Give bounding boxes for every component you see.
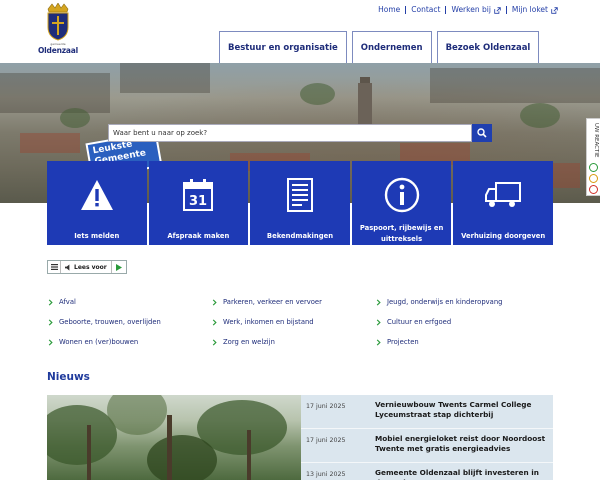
news-item[interactable]: 13 juni 2025 Gemeente Oldenzaal blijft i…	[301, 463, 553, 480]
news-title: Gemeente Oldenzaal blijft investeren in …	[375, 468, 539, 480]
link-label: Afval	[59, 298, 76, 306]
top-link-home[interactable]: Home	[373, 6, 405, 14]
chevron-right-icon	[376, 338, 381, 346]
document-icon	[286, 178, 313, 212]
menu-icon	[50, 264, 58, 270]
topic-link[interactable]: Jeugd, onderwijs en kinderopvang	[375, 292, 540, 312]
site-header: gemeente Oldenzaal Home Contact Werken b…	[0, 0, 600, 63]
topic-link[interactable]: Parkeren, verkeer en vervoer	[211, 292, 376, 312]
nav-tab-ondernemen[interactable]: Ondernemen	[351, 31, 432, 63]
external-link-icon	[494, 6, 501, 14]
topic-link[interactable]: Wonen en (ver)bouwen	[47, 332, 212, 352]
calendar-day: 31	[189, 194, 207, 209]
chevron-right-icon	[48, 298, 53, 306]
search-input[interactable]	[108, 124, 472, 142]
readspeaker-play-button[interactable]	[112, 261, 126, 273]
sad-face-icon[interactable]	[589, 185, 598, 194]
top-link-label: Mijn loket	[511, 5, 548, 14]
readspeaker-menu-button[interactable]	[48, 261, 61, 273]
news-item[interactable]: 17 juni 2025 Mobiel energieloket reist d…	[301, 429, 553, 463]
news-item[interactable]: 17 juni 2025 Vernieuwbouw Twents Carmel …	[301, 395, 553, 429]
topic-link[interactable]: Projecten	[375, 332, 540, 352]
topic-link[interactable]: Geboorte, trouwen, overlijden	[47, 312, 212, 332]
link-label: Werk, inkomen en bijstand	[223, 318, 314, 326]
neutral-face-icon[interactable]	[589, 174, 598, 183]
topic-link[interactable]: Werk, inkomen en bijstand	[211, 312, 376, 332]
tile-label: Iets melden	[74, 232, 120, 240]
tile-label: Verhuizing doorgeven	[461, 232, 546, 240]
link-label: Geboorte, trouwen, overlijden	[59, 318, 161, 326]
link-column-1: Afval Geboorte, trouwen, overlijden Wone…	[47, 292, 212, 352]
tile-label: Bekendmakingen	[266, 232, 334, 240]
news-heading: Nieuws	[47, 371, 90, 383]
tile-verhuizing[interactable]: Verhuizing doorgeven	[453, 161, 553, 245]
tile-iets-melden[interactable]: Iets melden	[47, 161, 147, 245]
play-icon	[116, 263, 122, 271]
tile-paspoort[interactable]: Paspoort, rijbewijs en uittreksels	[351, 161, 452, 245]
news-list: 17 juni 2025 Vernieuwbouw Twents Carmel …	[301, 395, 553, 480]
news-date: 13 juni 2025	[306, 471, 346, 478]
link-label: Cultuur en erfgoed	[387, 318, 452, 326]
feedback-widget[interactable]: UW REACTIE	[586, 118, 600, 196]
feedback-label: UW REACTIE	[593, 123, 599, 158]
news-image[interactable]	[47, 395, 301, 480]
tile-bekendmakingen[interactable]: Bekendmakingen	[250, 161, 350, 245]
warning-icon	[80, 180, 113, 210]
truck-icon	[485, 182, 522, 207]
tile-label: Afspraak maken	[167, 232, 230, 240]
nav-tab-bezoek[interactable]: Bezoek Oldenzaal	[436, 31, 540, 63]
top-link-label: Contact	[411, 5, 441, 14]
top-link-label: Werken bij	[451, 5, 491, 14]
coat-of-arms-icon	[47, 3, 69, 41]
tile-label: Paspoort, rijbewijs en uittreksels	[359, 224, 444, 243]
main-nav: Bestuur en organisatie Ondernemen Bezoek…	[219, 31, 540, 63]
link-label: Parkeren, verkeer en vervoer	[223, 298, 322, 306]
chevron-right-icon	[48, 318, 53, 326]
nav-tab-bestuur[interactable]: Bestuur en organisatie	[219, 31, 347, 63]
utility-nav: Home Contact Werken bij Mijn loket	[373, 6, 563, 14]
speaker-icon	[65, 263, 70, 271]
readspeaker-listen-button[interactable]: Lees voor	[61, 261, 112, 273]
top-link-werken-bij[interactable]: Werken bij	[445, 6, 505, 14]
top-link-contact[interactable]: Contact	[405, 6, 445, 14]
calendar-icon: 31	[183, 179, 214, 211]
chevron-right-icon	[376, 298, 381, 306]
chevron-right-icon	[212, 338, 217, 346]
external-link-icon	[551, 6, 558, 14]
link-label: Wonen en (ver)bouwen	[59, 338, 139, 346]
readspeaker-widget: Lees voor	[47, 260, 127, 274]
news-title: Mobiel energieloket reist door Noordoost…	[375, 434, 546, 453]
info-icon	[384, 177, 419, 212]
logo-name: Oldenzaal	[38, 46, 78, 55]
top-link-label: Home	[378, 5, 401, 14]
search-icon	[477, 128, 487, 138]
chevron-right-icon	[376, 318, 381, 326]
news-title: Vernieuwbouw Twents Carmel College Lyceu…	[375, 400, 532, 419]
top-link-mijn-loket[interactable]: Mijn loket	[505, 5, 563, 14]
link-column-3: Jeugd, onderwijs en kinderopvang Cultuur…	[375, 292, 540, 352]
readspeaker-label: Lees voor	[74, 263, 107, 271]
tile-afspraak-maken[interactable]: 31 Afspraak maken	[148, 161, 249, 245]
site-logo[interactable]: gemeente Oldenzaal	[38, 3, 78, 59]
search-bar	[108, 124, 492, 142]
chevron-right-icon	[212, 298, 217, 306]
topic-link[interactable]: Afval	[47, 292, 212, 312]
news-date: 17 juni 2025	[306, 437, 346, 444]
link-label: Zorg en welzijn	[223, 338, 275, 346]
quick-tiles: Iets melden 31 Afspraak maken Bekendmaki…	[47, 161, 553, 245]
search-button[interactable]	[472, 124, 492, 142]
link-column-2: Parkeren, verkeer en vervoer Werk, inkom…	[211, 292, 376, 352]
topic-link[interactable]: Zorg en welzijn	[211, 332, 376, 352]
news-date: 17 juni 2025	[306, 403, 346, 410]
chevron-right-icon	[212, 318, 217, 326]
chevron-right-icon	[48, 338, 53, 346]
link-label: Jeugd, onderwijs en kinderopvang	[387, 298, 503, 306]
link-label: Projecten	[387, 338, 419, 346]
topic-link[interactable]: Cultuur en erfgoed	[375, 312, 540, 332]
happy-face-icon[interactable]	[589, 163, 598, 172]
